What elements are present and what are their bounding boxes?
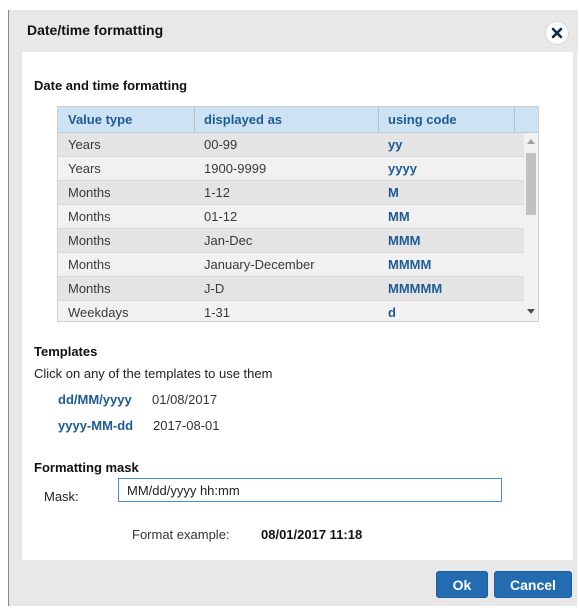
value-type-cell: Months (68, 209, 111, 224)
scrollbar-thumb[interactable] (526, 153, 536, 215)
table-body: Years 00-99 yy Years 1900-9999 yyyy Mont… (58, 133, 524, 321)
date-time-formatting-title: Date and time formatting (34, 78, 188, 93)
format-example-label: Format example: (132, 527, 230, 542)
code-cell: MMMM (388, 257, 432, 272)
formatting-mask-title: Formatting mask (34, 460, 139, 475)
code-cell: MMM (388, 233, 421, 248)
close-icon (551, 27, 563, 39)
table-row[interactable]: Months Jan-Dec MMM (58, 229, 524, 253)
value-type-cell: Months (68, 233, 111, 248)
table-header: Value type displayed as using code (58, 107, 538, 133)
ok-button[interactable]: Ok (436, 571, 488, 598)
value-type-cell: Months (68, 185, 111, 200)
dialog-titlebar: Date/time formatting (9, 10, 578, 52)
table-row[interactable]: Months 1-12 M (58, 181, 524, 205)
templates-hint: Click on any of the templates to use the… (34, 366, 273, 381)
displayed-as-cell: 1-12 (204, 185, 231, 200)
table-row[interactable]: Months J-D MMMMM (58, 277, 524, 301)
displayed-as-cell: 1900-9999 (204, 161, 267, 176)
mask-input[interactable] (118, 478, 502, 502)
displayed-as-cell: 00-99 (204, 137, 238, 152)
column-header-displayed-as[interactable]: displayed as (204, 112, 282, 127)
column-header-value-type[interactable]: Value type (68, 112, 132, 127)
column-separator (378, 107, 379, 133)
table-scrollbar[interactable] (524, 133, 538, 321)
value-type-cell: Weekdays (68, 305, 129, 320)
scroll-up-arrow-icon[interactable] (527, 139, 535, 144)
scroll-down-arrow-icon[interactable] (527, 309, 535, 314)
template-sample: 2017-08-01 (153, 418, 220, 433)
code-cell: MM (388, 209, 410, 224)
value-type-cell: Months (68, 281, 111, 296)
table-row[interactable]: Months 01-12 MM (58, 205, 524, 229)
column-separator (194, 107, 195, 133)
column-header-using-code[interactable]: using code (388, 112, 457, 127)
displayed-as-cell: 1-31 (204, 305, 231, 320)
value-type-cell: Years (68, 161, 101, 176)
code-cell: M (388, 185, 399, 200)
column-separator (514, 107, 515, 133)
table-row[interactable]: Years 00-99 yy (58, 133, 524, 157)
date-time-formatting-dialog: Date/time formatting Date and time forma… (8, 10, 578, 606)
template-sample: 01/08/2017 (152, 392, 218, 407)
cancel-button[interactable]: Cancel (494, 571, 572, 598)
dialog-title: Date/time formatting (27, 22, 164, 38)
displayed-as-cell: 01-12 (204, 209, 238, 224)
value-type-cell: Years (68, 137, 101, 152)
template-link-dd-mm-yyyy[interactable]: dd/MM/yyyy (58, 392, 132, 407)
format-example-value: 08/01/2017 11:18 (261, 527, 363, 542)
table-row[interactable]: Months January-December MMMM (58, 253, 524, 277)
templates-title: Templates (34, 344, 98, 359)
code-cell: yy (388, 137, 403, 152)
table-row[interactable]: Weekdays 1-31 d (58, 301, 524, 321)
format-codes-table: Value type displayed as using code Years… (57, 106, 539, 322)
value-type-cell: Months (68, 257, 111, 272)
code-cell: MMMMM (388, 281, 443, 296)
template-link-yyyy-mm-dd[interactable]: yyyy-MM-dd (58, 418, 133, 433)
close-button[interactable] (546, 22, 568, 44)
displayed-as-cell: January-December (204, 257, 315, 272)
displayed-as-cell: Jan-Dec (204, 233, 253, 248)
code-cell: d (388, 305, 396, 320)
dialog-content: Date and time formatting Value type disp… (22, 52, 573, 560)
code-cell: yyyy (388, 161, 417, 176)
mask-label: Mask: (44, 489, 79, 504)
table-row[interactable]: Years 1900-9999 yyyy (58, 157, 524, 181)
displayed-as-cell: J-D (204, 281, 225, 296)
